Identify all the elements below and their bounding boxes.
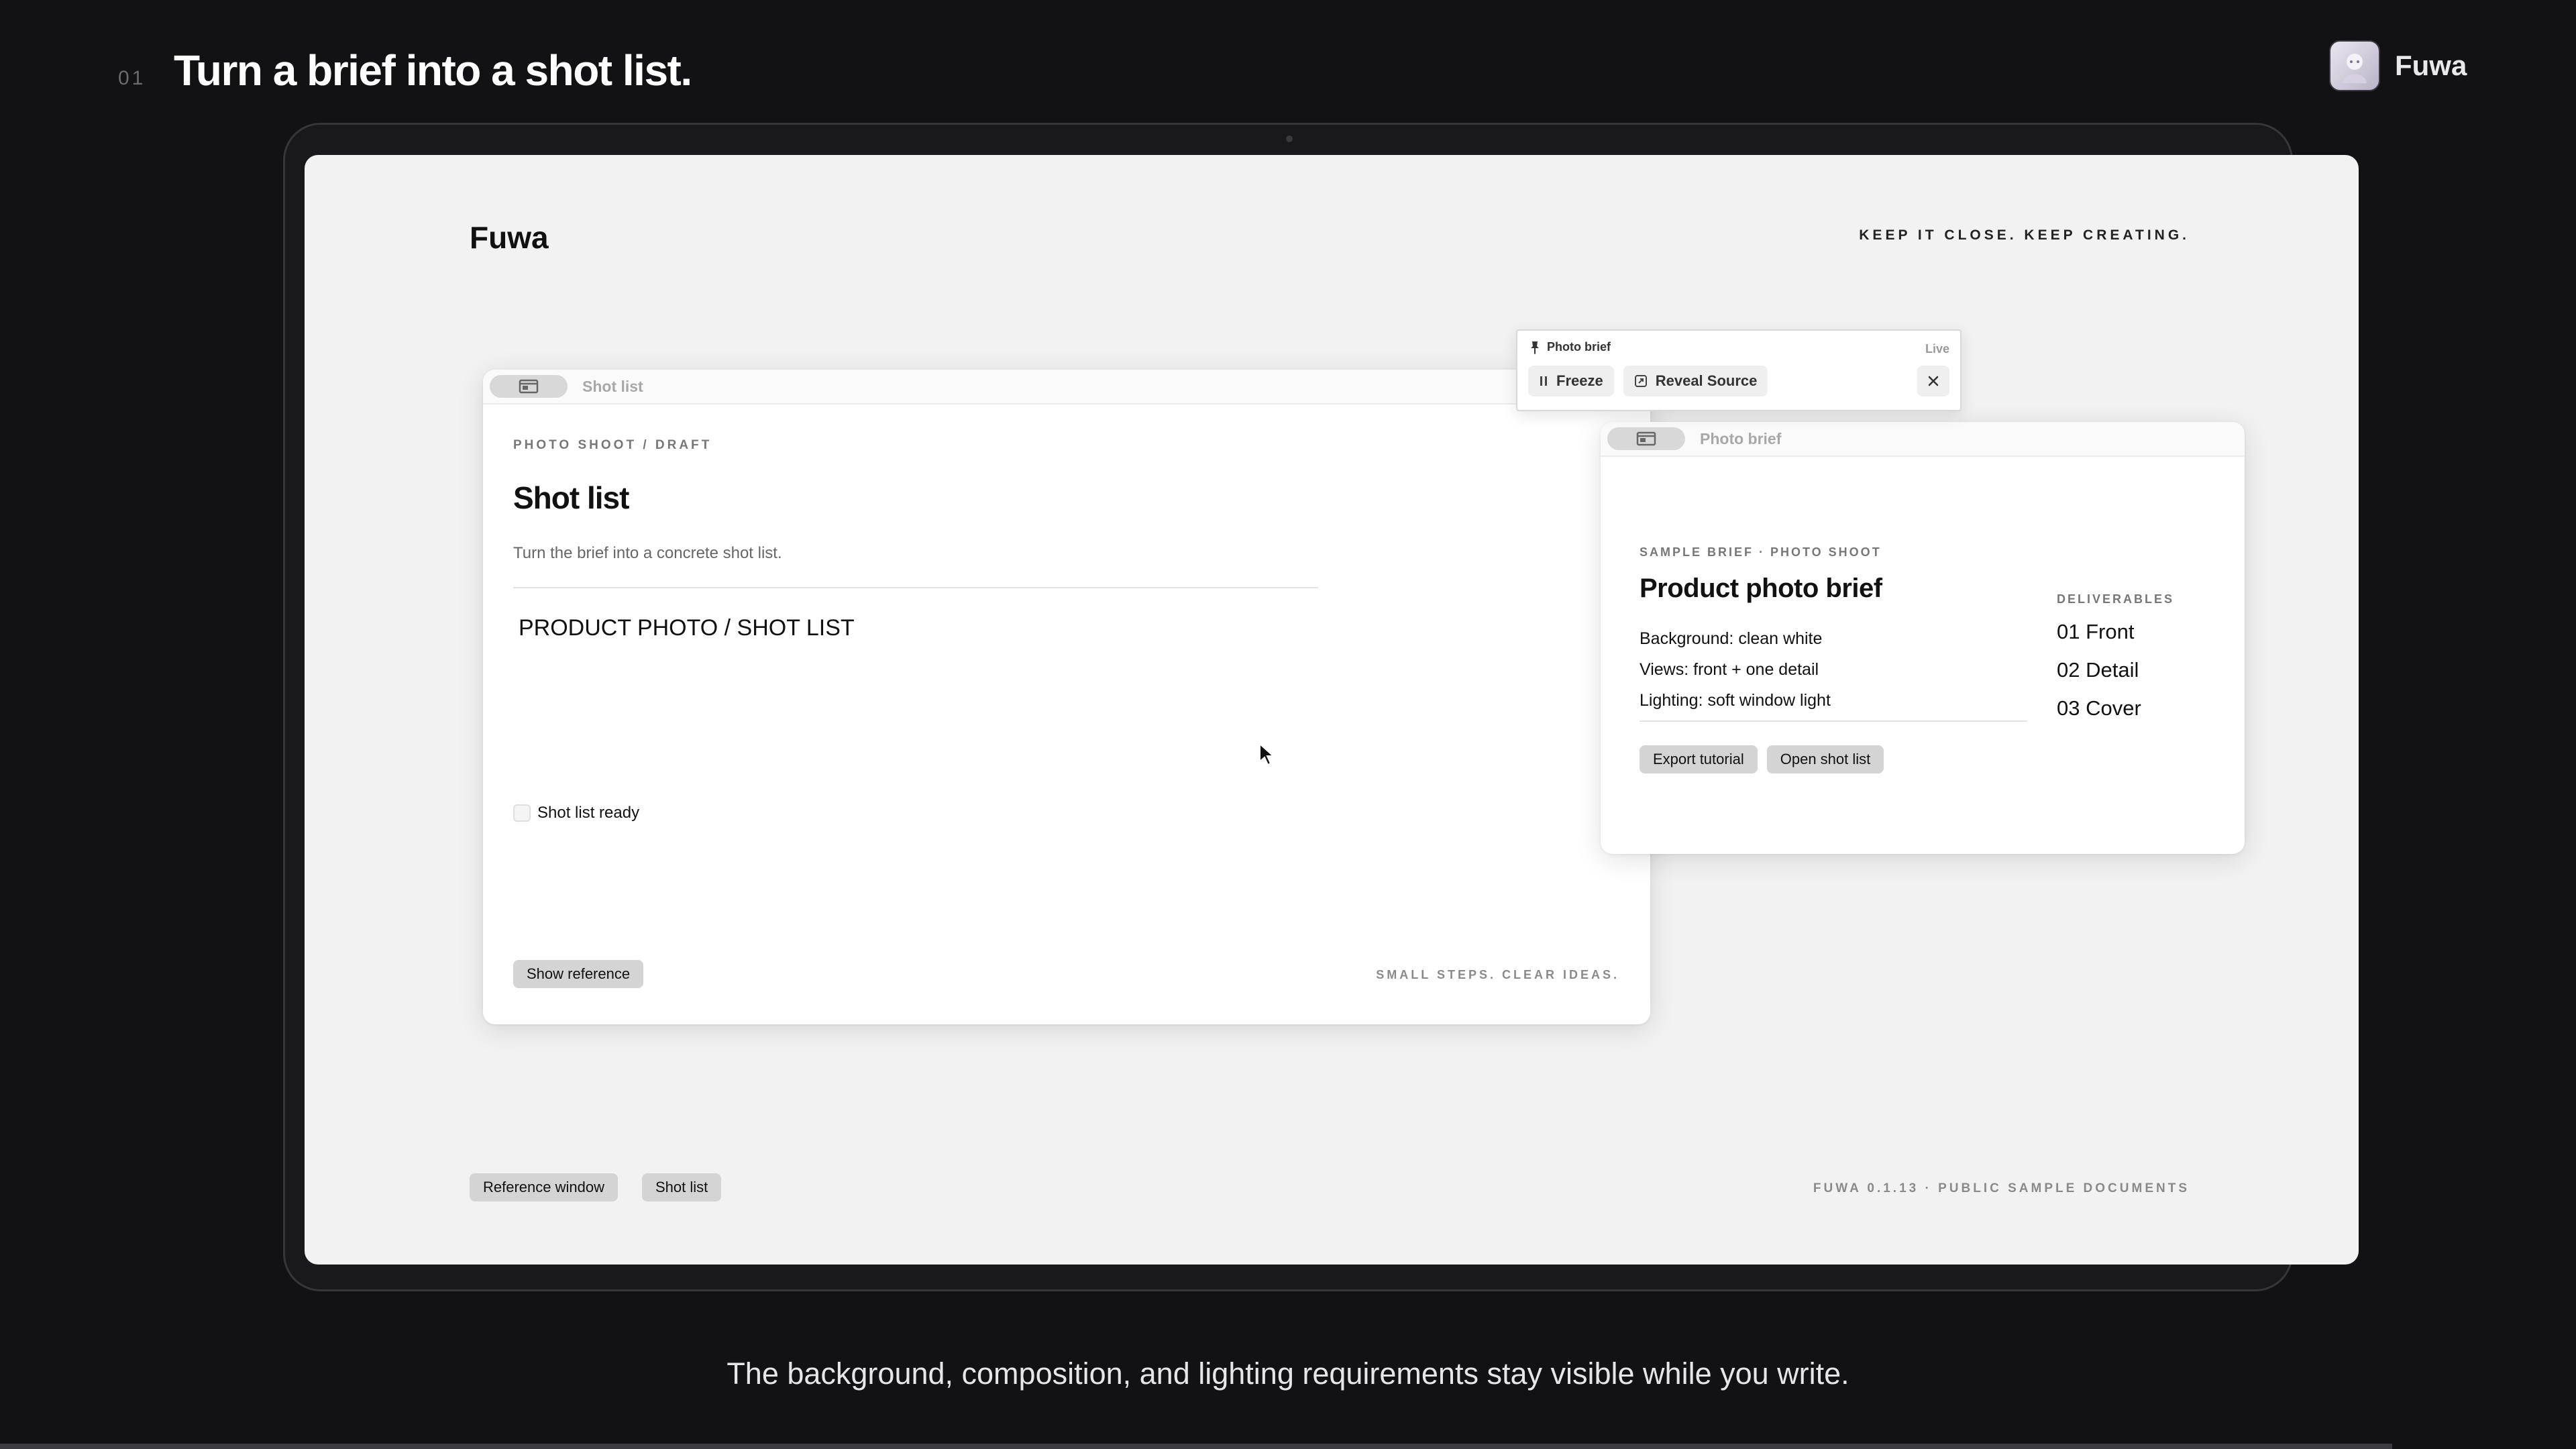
shot-list-editor[interactable]: PRODUCT PHOTO / SHOT LIST	[519, 615, 855, 641]
requirement-item: Background: clean white	[1640, 629, 1823, 648]
deliverable-item: 02 Detail	[2057, 658, 2139, 682]
brief-title: Product photo brief	[1640, 574, 1882, 603]
freeze-button[interactable]: Freeze	[1528, 366, 1614, 396]
shot-list-window: Shot list PHOTO SHOOT / DRAFT Shot list …	[483, 370, 1650, 1024]
popover-buttons: Freeze Reveal Source	[1528, 366, 1768, 396]
window-handle[interactable]	[490, 375, 568, 398]
brand-name: Fuwa	[2395, 50, 2467, 81]
slide-caption: The background, composition, and lightin…	[727, 1356, 1849, 1391]
bottom-tabs: Reference window Shot list	[470, 1173, 722, 1201]
show-reference-button[interactable]: Show reference	[513, 960, 644, 988]
photo-brief-window: Photo brief SAMPLE BRIEF · PHOTO SHOOT P…	[1601, 422, 2245, 854]
open-shot-list-button[interactable]: Open shot list	[1766, 745, 1884, 773]
breadcrumb: PHOTO SHOOT / DRAFT	[513, 438, 712, 452]
pause-icon	[1540, 376, 1547, 386]
close-button[interactable]	[1917, 366, 1949, 396]
checkbox-label: Shot list ready	[537, 804, 640, 822]
app-tagline: KEEP IT CLOSE. KEEP CREATING.	[1859, 227, 2190, 243]
app-screen: Fuwa KEEP IT CLOSE. KEEP CREATING. Shot …	[305, 155, 2359, 1265]
divider	[1640, 720, 2027, 722]
tab-shot-list[interactable]: Shot list	[641, 1173, 722, 1201]
footer-tagline: SMALL STEPS. CLEAR IDEAS.	[1376, 968, 1619, 981]
mouse-cursor-icon	[1259, 743, 1275, 766]
deliverables-label: DELIVERABLES	[2057, 592, 2175, 606]
slide-title: Turn a brief into a shot list.	[174, 46, 692, 95]
divider	[513, 587, 1318, 588]
device-frame: Fuwa KEEP IT CLOSE. KEEP CREATING. Shot …	[283, 123, 2359, 1291]
requirement-item: Views: front + one detail	[1640, 660, 1819, 679]
deliverable-item: 03 Cover	[2057, 696, 2141, 720]
requirements-list: Background: clean white Views: front + o…	[1640, 623, 1831, 716]
pin-icon	[1531, 341, 1539, 354]
avatar-icon	[2343, 54, 2367, 83]
photo-brief-window-bar[interactable]: Photo brief	[1601, 422, 2245, 457]
shot-list-ready-checkbox[interactable]: Shot list ready	[513, 804, 639, 822]
popover-header: Photo brief	[1529, 340, 1611, 354]
deliverable-item: 01 Front	[2057, 620, 2135, 643]
app-logo: Fuwa	[470, 220, 549, 255]
live-status: Live	[1925, 342, 1949, 356]
progress-bar	[0, 1444, 2392, 1449]
export-tutorial-button[interactable]: Export tutorial	[1640, 745, 1758, 773]
brief-eyebrow: SAMPLE BRIEF · PHOTO SHOOT	[1640, 545, 1882, 559]
freeze-label: Freeze	[1556, 372, 1603, 389]
checkbox[interactable]	[513, 804, 531, 822]
slide-number: 01	[118, 67, 146, 89]
window-icon	[1636, 431, 1656, 446]
requirement-item: Lighting: soft window light	[1640, 691, 1831, 710]
window-handle[interactable]	[1607, 427, 1685, 450]
reveal-source-label: Reveal Source	[1655, 372, 1758, 389]
reference-popover: Photo brief Live Freeze Reveal Source	[1516, 329, 1962, 411]
popover-title: Photo brief	[1547, 340, 1611, 354]
device-camera	[1286, 136, 1293, 142]
tab-reference-window[interactable]: Reference window	[470, 1173, 618, 1201]
window-icon	[519, 379, 539, 394]
brand: Fuwa	[2329, 40, 2467, 91]
reveal-source-button[interactable]: Reveal Source	[1623, 366, 1768, 396]
shot-list-window-bar[interactable]: Shot list	[483, 370, 1650, 405]
brand-avatar	[2329, 40, 2380, 91]
reveal-source-icon	[1634, 375, 1647, 387]
close-icon	[1928, 376, 1939, 386]
photo-brief-window-title: Photo brief	[1700, 429, 1782, 447]
brief-actions: Export tutorial Open shot list	[1640, 745, 1884, 773]
page-description: Turn the brief into a concrete shot list…	[513, 544, 782, 562]
deliverables-list: 01 Front 02 Detail 03 Cover	[2057, 612, 2141, 727]
page-title: Shot list	[513, 480, 629, 515]
version-label: FUWA 0.1.13 · PUBLIC SAMPLE DOCUMENTS	[1813, 1181, 2190, 1195]
shot-list-window-title: Shot list	[582, 377, 643, 395]
